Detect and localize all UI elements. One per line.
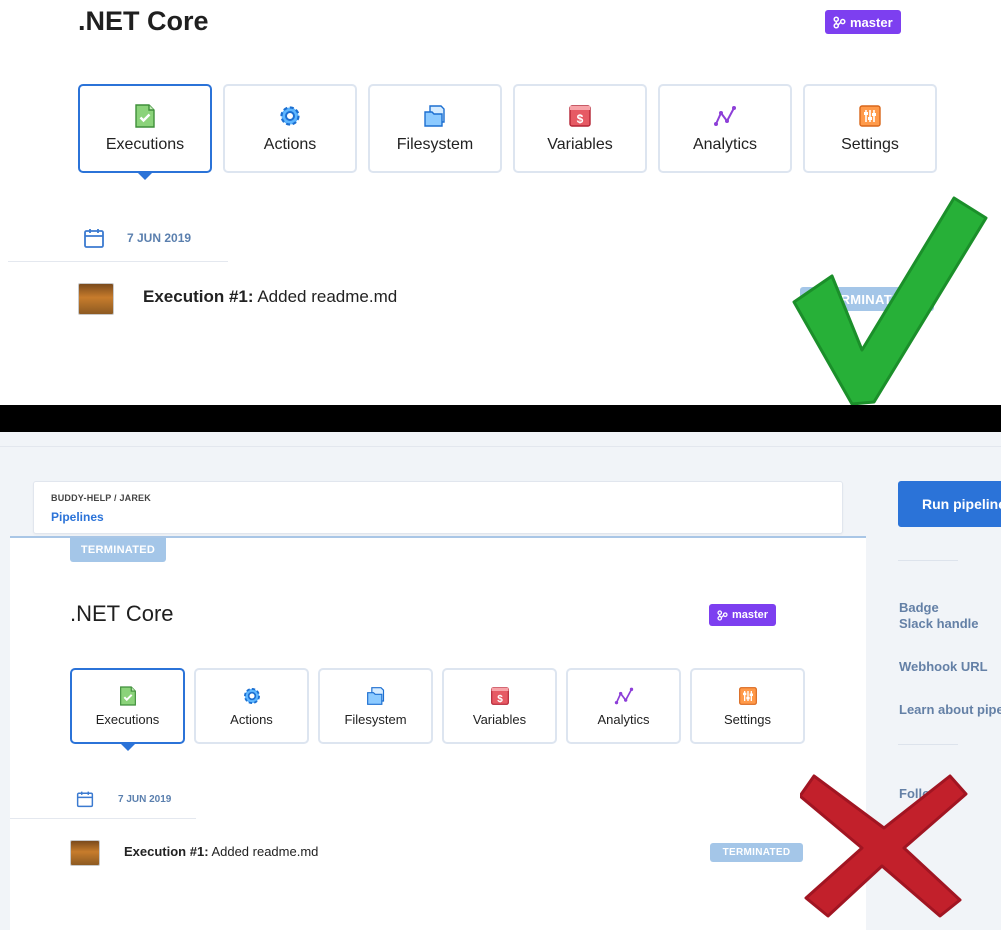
execution-message: Added readme.md bbox=[257, 287, 398, 306]
settings-icon bbox=[738, 686, 757, 705]
tab-label: Actions bbox=[263, 135, 317, 153]
tab-label: Analytics bbox=[692, 135, 758, 153]
branch-icon bbox=[717, 609, 728, 621]
sidebar-item-slack-handle[interactable]: Slack handle bbox=[899, 616, 978, 631]
breadcrumb bbox=[33, 481, 843, 534]
cross-mark-icon bbox=[800, 774, 968, 918]
variables-icon: $ bbox=[490, 686, 509, 705]
svg-text:$: $ bbox=[577, 112, 584, 126]
sidebar-divider bbox=[898, 560, 958, 561]
branch-label: master bbox=[850, 14, 893, 30]
variables-icon: $ bbox=[569, 104, 591, 127]
execution-date-group: 7 JUN 2019 bbox=[76, 790, 171, 808]
header-line bbox=[0, 446, 1001, 447]
sidebar-divider bbox=[898, 744, 958, 745]
execution-row[interactable]: Execution #1: Added readme.md bbox=[124, 844, 318, 859]
tab-variables[interactable]: $ Variables bbox=[513, 84, 647, 173]
tab-label: Filesystem bbox=[344, 711, 407, 727]
date-divider bbox=[8, 261, 228, 262]
sidebar-item-badge[interactable]: Badge bbox=[899, 600, 939, 615]
screenshot-divider bbox=[0, 405, 1001, 432]
tab-filesystem[interactable]: Filesystem bbox=[318, 668, 433, 744]
run-pipeline-button[interactable]: Run pipeline bbox=[898, 481, 1001, 527]
comparison-screenshot: .NET Core master Executions Actions File… bbox=[0, 0, 1001, 930]
tab-label: Actions bbox=[230, 711, 273, 727]
tab-label: Filesystem bbox=[396, 135, 474, 153]
tab-filesystem[interactable]: Filesystem bbox=[368, 84, 502, 173]
breadcrumb-path[interactable]: BUDDY-HELP / JAREK bbox=[51, 493, 151, 503]
branch-badge[interactable]: master bbox=[709, 604, 777, 626]
filesystem-icon bbox=[424, 104, 445, 127]
tab-label: Variables bbox=[472, 711, 527, 727]
tab-actions[interactable]: Actions bbox=[223, 84, 357, 173]
tab-executions[interactable]: Executions bbox=[78, 84, 212, 180]
executions-icon bbox=[135, 103, 155, 128]
settings-icon bbox=[859, 104, 881, 127]
actions-icon bbox=[280, 105, 300, 126]
tab-analytics[interactable]: Analytics bbox=[658, 84, 792, 173]
calendar-icon bbox=[76, 791, 94, 808]
tab-executions[interactable]: Executions bbox=[70, 668, 185, 751]
execution-number: Execution #1: bbox=[143, 287, 254, 306]
execution-message: Added readme.md bbox=[211, 844, 319, 859]
execution-number: Execution #1: bbox=[124, 844, 209, 859]
date-divider bbox=[10, 818, 196, 819]
filesystem-icon bbox=[366, 686, 384, 705]
execution-date-group: 7 JUN 2019 bbox=[83, 227, 191, 249]
check-mark-icon bbox=[792, 196, 988, 406]
tab-label: Settings bbox=[724, 711, 771, 727]
pipeline-title: .NET Core bbox=[78, 6, 209, 36]
breadcrumb-pipelines-link[interactable]: Pipelines bbox=[51, 510, 104, 524]
svg-text:$: $ bbox=[497, 693, 503, 704]
avatar bbox=[70, 840, 100, 866]
calendar-icon bbox=[84, 229, 104, 248]
tab-label: Variables bbox=[547, 135, 613, 153]
pipeline-title: .NET Core bbox=[70, 601, 174, 626]
analytics-icon bbox=[614, 687, 633, 704]
tab-settings[interactable]: Settings bbox=[803, 84, 937, 173]
status-badge: TERMINATED bbox=[710, 843, 803, 862]
actions-icon bbox=[243, 687, 260, 704]
executions-icon bbox=[119, 685, 136, 706]
sidebar-item-webhook-url[interactable]: Webhook URL bbox=[899, 659, 988, 674]
tab-analytics[interactable]: Analytics bbox=[566, 668, 681, 744]
tab-label: Executions bbox=[95, 711, 160, 727]
pipeline-tabs: Executions Actions Filesystem $ Variable… bbox=[70, 668, 805, 751]
tab-label: Settings bbox=[841, 135, 899, 153]
sidebar-item-learn-pipelines[interactable]: Learn about pipelines bbox=[899, 702, 1001, 717]
analytics-icon bbox=[714, 105, 736, 126]
avatar bbox=[78, 283, 114, 315]
tab-settings[interactable]: Settings bbox=[690, 668, 805, 744]
tab-actions[interactable]: Actions bbox=[194, 668, 309, 744]
pipeline-tabs: Executions Actions Filesystem $ Variable… bbox=[78, 84, 937, 180]
branch-label: master bbox=[732, 609, 769, 621]
execution-row[interactable]: Execution #1: Added readme.md bbox=[143, 287, 397, 307]
tab-label: Analytics bbox=[597, 711, 650, 727]
execution-date: 7 JUN 2019 bbox=[118, 793, 172, 805]
tab-variables[interactable]: $ Variables bbox=[442, 668, 557, 744]
branch-icon bbox=[833, 15, 846, 29]
tab-label: Executions bbox=[105, 135, 185, 153]
execution-date: 7 JUN 2019 bbox=[127, 231, 192, 245]
branch-badge[interactable]: master bbox=[825, 10, 901, 34]
status-badge: TERMINATED bbox=[70, 538, 166, 562]
